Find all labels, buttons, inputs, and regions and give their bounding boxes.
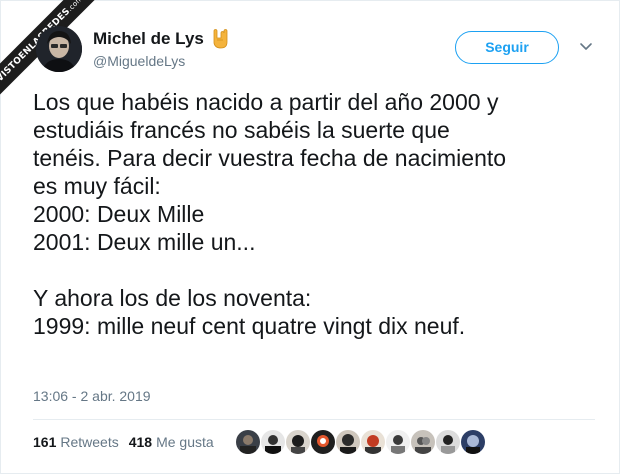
timestamp[interactable]: 13:06 - 2 abr. 2019 bbox=[33, 388, 151, 404]
user-handle[interactable]: @MigueldeLys bbox=[93, 53, 185, 69]
liker-avatar[interactable] bbox=[311, 430, 335, 454]
engagement-stats: 161 Retweets 418 Me gusta bbox=[33, 434, 224, 450]
tweet-text: Los que habéis nacido a partir del año 2… bbox=[33, 89, 507, 339]
watermark-domain: .com bbox=[66, 0, 85, 13]
likers-avatar-list bbox=[236, 430, 486, 454]
liker-avatar[interactable] bbox=[236, 430, 260, 454]
chevron-down-icon[interactable] bbox=[578, 40, 594, 54]
follow-button[interactable]: Seguir bbox=[455, 31, 559, 64]
user-name[interactable]: Michel de Lys bbox=[93, 29, 204, 49]
sign-of-the-horns-emoji-icon bbox=[210, 28, 230, 50]
liker-avatar[interactable] bbox=[361, 430, 385, 454]
divider-top bbox=[33, 419, 595, 420]
user-name-row: Michel de Lys bbox=[93, 28, 230, 50]
likes-count[interactable]: 418 bbox=[129, 434, 152, 450]
avatar[interactable] bbox=[36, 26, 82, 72]
retweets-count[interactable]: 161 bbox=[33, 434, 56, 450]
liker-avatar[interactable] bbox=[386, 430, 410, 454]
liker-avatar[interactable] bbox=[436, 430, 460, 454]
liker-avatar[interactable] bbox=[261, 430, 285, 454]
likes-label[interactable]: Me gusta bbox=[156, 434, 214, 450]
liker-avatar[interactable] bbox=[286, 430, 310, 454]
liker-avatar[interactable] bbox=[336, 430, 360, 454]
retweets-label[interactable]: Retweets bbox=[60, 434, 118, 450]
liker-avatar[interactable] bbox=[411, 430, 435, 454]
liker-avatar[interactable] bbox=[461, 430, 485, 454]
